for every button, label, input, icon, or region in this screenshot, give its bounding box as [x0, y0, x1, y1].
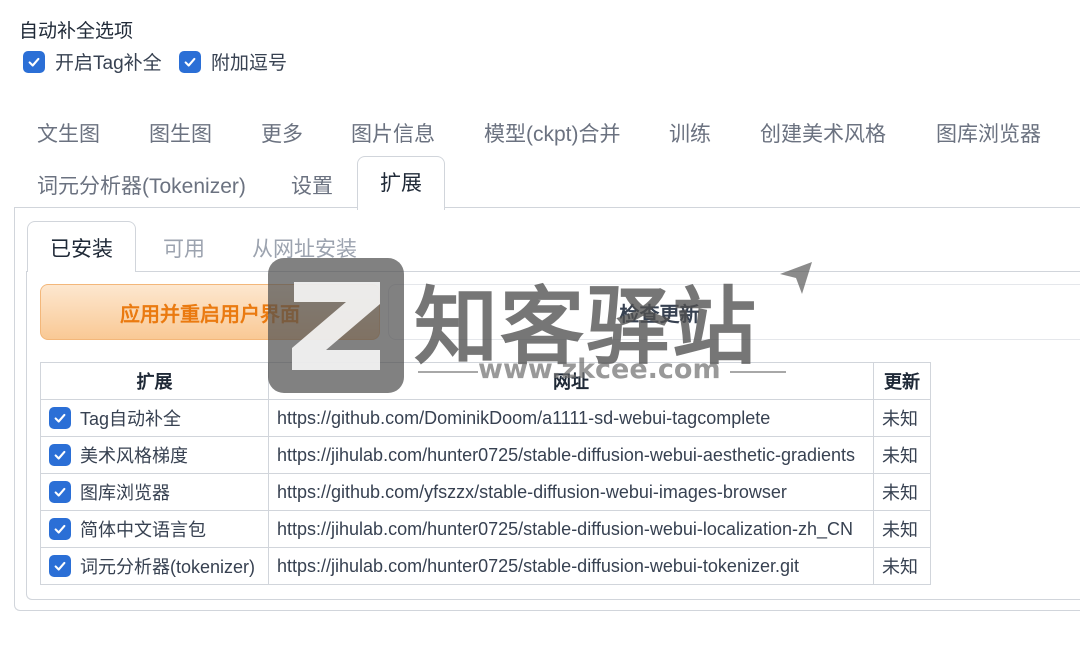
enable-tag-complete-label: 开启Tag补全	[55, 53, 162, 74]
extension-name: 简体中文语言包	[80, 520, 206, 540]
extension-update-status: 未知	[873, 436, 931, 474]
extension-update-status: 未知	[873, 547, 931, 585]
table-row: 图库浏览器 https://github.com/yfszzx/stable-d…	[40, 473, 931, 511]
extension-update-status: 未知	[873, 510, 931, 548]
apply-and-restart-button[interactable]: 应用并重启用户界面	[40, 284, 380, 340]
tab-settings[interactable]: 设置	[291, 170, 333, 200]
tab-extensions[interactable]: 扩展	[357, 156, 445, 210]
header-extension: 扩展	[40, 362, 269, 400]
subtab-install-from-url[interactable]: 从网址安装	[252, 233, 357, 263]
table-row: 词元分析器(tokenizer) https://jihulab.com/hun…	[40, 547, 931, 585]
extension-url: https://jihulab.com/hunter0725/stable-di…	[268, 436, 874, 474]
tab-checkpoint-merger[interactable]: 模型(ckpt)合并	[484, 118, 621, 148]
extension-name-cell[interactable]: 简体中文语言包	[49, 516, 260, 542]
table-row: 美术风格梯度 https://jihulab.com/hunter0725/st…	[40, 436, 931, 474]
extension-name-cell[interactable]: 美术风格梯度	[49, 442, 260, 468]
extension-name: Tag自动补全	[80, 409, 182, 429]
table-header-row: 扩展 网址 更新	[40, 362, 931, 400]
extension-name-cell[interactable]: 图库浏览器	[49, 479, 260, 505]
extension-update-status: 未知	[873, 399, 931, 437]
checkbox-checked-icon[interactable]	[49, 407, 71, 429]
extension-url: https://jihulab.com/hunter0725/stable-di…	[268, 547, 874, 585]
checkbox-checked-icon[interactable]	[49, 481, 71, 503]
tab-tokenizer[interactable]: 词元分析器(Tokenizer)	[37, 170, 246, 200]
tab-image-browser[interactable]: 图库浏览器	[936, 118, 1041, 148]
extension-name-cell[interactable]: Tag自动补全	[49, 405, 260, 431]
tab-img2img[interactable]: 图生图	[149, 118, 212, 148]
subtab-available[interactable]: 可用	[163, 233, 205, 263]
checkbox-checked-icon[interactable]	[179, 50, 201, 73]
subtab-installed[interactable]: 已安装	[27, 221, 136, 272]
checkbox-checked-icon[interactable]	[23, 50, 45, 73]
tab-txt2img[interactable]: 文生图	[37, 118, 100, 148]
table-row: Tag自动补全 https://github.com/DominikDoom/a…	[40, 399, 931, 437]
check-updates-button[interactable]: 检查更新	[388, 284, 1080, 340]
tab-extras[interactable]: 更多	[261, 118, 303, 148]
checkbox-checked-icon[interactable]	[49, 518, 71, 540]
checkbox-checked-icon[interactable]	[49, 555, 71, 577]
extension-name: 美术风格梯度	[80, 446, 188, 466]
append-comma-option[interactable]: 附加逗号	[179, 48, 287, 75]
enable-tag-complete-option[interactable]: 开启Tag补全	[23, 48, 162, 75]
tab-train[interactable]: 训练	[669, 118, 711, 148]
extension-url: https://github.com/DominikDoom/a1111-sd-…	[268, 399, 874, 437]
extensions-table: 扩展 网址 更新 Tag自动补全 https://github.com/Domi…	[40, 362, 931, 585]
extension-url: https://github.com/yfszzx/stable-diffusi…	[268, 473, 874, 511]
table-row: 简体中文语言包 https://jihulab.com/hunter0725/s…	[40, 510, 931, 548]
extension-name: 图库浏览器	[80, 483, 170, 503]
extension-url: https://jihulab.com/hunter0725/stable-di…	[268, 510, 874, 548]
extension-update-status: 未知	[873, 473, 931, 511]
tab-aesthetic-style[interactable]: 创建美术风格	[760, 118, 886, 148]
autocomplete-title: 自动补全选项	[19, 21, 134, 42]
checkbox-checked-icon[interactable]	[49, 444, 71, 466]
header-update: 更新	[873, 362, 931, 400]
extension-name: 词元分析器(tokenizer)	[80, 557, 256, 577]
append-comma-label: 附加逗号	[211, 53, 288, 74]
extension-name-cell[interactable]: 词元分析器(tokenizer)	[49, 553, 260, 579]
header-url: 网址	[268, 362, 874, 400]
tab-png-info[interactable]: 图片信息	[351, 118, 435, 148]
